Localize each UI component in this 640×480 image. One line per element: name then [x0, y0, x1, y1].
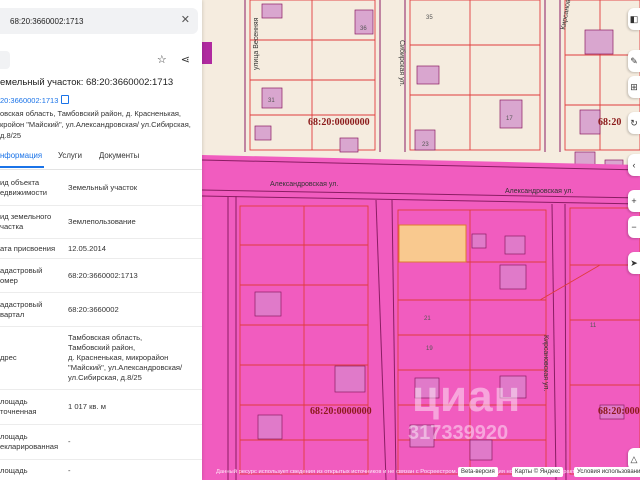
selected-parcel[interactable]	[398, 224, 467, 263]
row-key: ата присвоения	[0, 243, 56, 253]
row-value: Тамбовская область, Тамбовский район, д.…	[68, 333, 183, 382]
street-label: Александровская ул.	[270, 181, 338, 188]
search-box: ✕	[0, 8, 198, 34]
tab-documents[interactable]: Документы	[99, 151, 139, 160]
edge-marker	[202, 42, 212, 64]
row-value: 1 017 кв. м	[68, 402, 106, 411]
house-number: 19	[426, 346, 433, 352]
street-label: Сибирская ул.	[398, 40, 406, 87]
house-number: 36	[360, 26, 367, 32]
star-icon[interactable]: ☆	[157, 53, 167, 66]
info-table: ид объекта едвижимости Земельный участок…	[0, 170, 202, 480]
share-icon[interactable]: ⋖	[181, 53, 190, 66]
row-key: лощадь точненная	[0, 397, 37, 416]
layers-icon[interactable]: ◧	[628, 8, 640, 30]
table-row: адастровый вартал 68:20:3660002	[0, 293, 202, 327]
active-tab-indicator	[0, 166, 44, 168]
row-key: ид объекта едвижимости	[0, 177, 48, 197]
tab-services[interactable]: Услуги	[58, 151, 82, 160]
ruler-icon[interactable]: ⊞	[628, 76, 640, 98]
house-number: 31	[268, 98, 275, 104]
quarter-label: 68:20:0000000	[308, 117, 370, 128]
row-key: дрес	[0, 353, 17, 362]
quarter-label: 68:20	[598, 117, 621, 128]
refresh-icon[interactable]: ↻	[628, 112, 640, 134]
share-icon[interactable]: ‹	[628, 154, 640, 176]
quarter-label: 68:20:0000000	[598, 406, 640, 417]
zoom-out-icon[interactable]: −	[628, 216, 640, 238]
street-label: Александровская ул.	[505, 188, 573, 195]
map-footer: Данный ресурс использует сведения из отк…	[202, 466, 640, 480]
row-value: 68:20:3660002	[68, 304, 119, 314]
tabs: нформация Услуги Документы	[0, 149, 202, 170]
street-label: улица Весенняя	[253, 17, 260, 70]
house-number: 35	[426, 15, 433, 21]
row-key: адастровый омер	[0, 265, 43, 285]
panel-actions: ☆ ⋖	[157, 53, 190, 66]
row-key: лощадь екларированная	[0, 432, 59, 451]
row-key: адастровый вартал	[0, 299, 43, 319]
row-key: лощадь	[0, 466, 28, 475]
row-value: 12.05.2014	[68, 243, 107, 253]
row-value: Землепользование	[68, 217, 136, 226]
terms-link[interactable]: Условия использования	[574, 467, 640, 477]
row-value: 68:20:3660002:1713	[68, 270, 138, 280]
table-row: дрес Тамбовская область, Тамбовский райо…	[0, 327, 202, 390]
edit-icon[interactable]: ✎	[628, 50, 640, 72]
close-icon[interactable]: ✕	[181, 13, 190, 26]
quarter-label: 68:20:0000000	[310, 406, 372, 417]
table-row: ид объекта едвижимости Земельный участок	[0, 170, 202, 206]
cadastral-copy-row[interactable]: 20:3660002:1713	[0, 95, 70, 105]
table-row: адастровый омер 68:20:3660002:1713	[0, 259, 202, 293]
table-row: лощадь точненная 1 017 кв. м	[0, 390, 202, 425]
info-panel: ✕ ☆ ⋖ емельный участок: 68:20:3660002:17…	[0, 0, 202, 480]
table-row: ата присвоения 12.05.2014	[0, 239, 202, 259]
table-row: лощадь екларированная -	[0, 425, 202, 460]
row-value: Земельный участок	[68, 182, 138, 192]
table-row: лощадь -	[0, 460, 202, 480]
tab-information[interactable]: нформация	[0, 151, 42, 160]
back-button[interactable]	[0, 51, 10, 69]
copy-icon[interactable]	[61, 95, 70, 104]
house-number: 17	[506, 116, 513, 122]
table-row: ид земельного частка Землепользование	[0, 206, 202, 239]
parcel-address: овская область, Тамбовский район, д. Кра…	[0, 109, 191, 140]
street-label: Кирсановская ул.	[542, 335, 549, 391]
beta-badge[interactable]: Beta-версия	[458, 467, 498, 477]
cadastral-link[interactable]: 20:3660002:1713	[0, 96, 58, 105]
yandex-maps-link[interactable]: Карты © Яндекс	[512, 467, 564, 477]
row-value: -	[68, 466, 71, 475]
row-value: -	[68, 437, 71, 446]
row-key: ид земельного частка	[0, 212, 52, 231]
parcel-title: емельный участок: 68:20:3660002:1713	[0, 77, 174, 88]
house-number: 11	[590, 323, 597, 329]
zoom-in-icon[interactable]: +	[628, 190, 640, 212]
house-number: 23	[422, 142, 429, 148]
house-number: 21	[424, 316, 431, 322]
locate-icon[interactable]: ➤	[628, 252, 640, 274]
search-input[interactable]	[10, 12, 170, 30]
